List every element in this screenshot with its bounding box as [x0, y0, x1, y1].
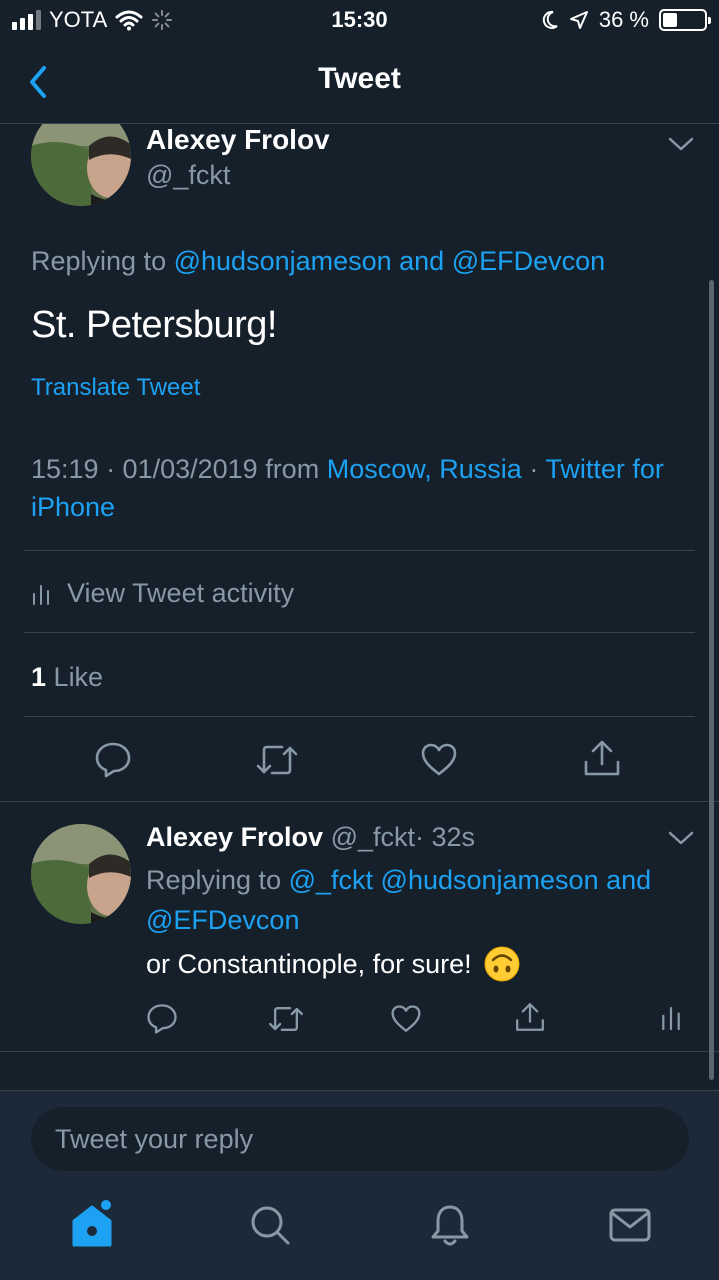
avatar-photo	[31, 124, 131, 206]
notification-dot-icon	[101, 1200, 111, 1210]
chevron-down-icon[interactable]	[668, 830, 694, 846]
reply-icon[interactable]	[146, 1002, 178, 1034]
activity-chart-icon[interactable]	[660, 1004, 682, 1032]
tab-home[interactable]	[68, 1199, 116, 1249]
page-title: Tweet	[318, 62, 401, 95]
author-handle[interactable]: @_fckt	[146, 160, 230, 191]
author-name[interactable]: Alexey Frolov	[146, 822, 323, 852]
divider	[24, 632, 695, 633]
share-icon[interactable]	[582, 738, 622, 778]
status-right: 36 %	[541, 7, 711, 33]
tweet-location-link[interactable]: Moscow, Russia	[327, 454, 522, 484]
divider	[24, 550, 695, 551]
battery-icon	[659, 9, 711, 31]
like-heart-icon[interactable]	[420, 742, 458, 778]
main-tweet: Alexey Frolov @_fckt Replying to @hudson…	[0, 124, 719, 802]
likes-count-link[interactable]: 1 Like	[31, 662, 103, 693]
author-name[interactable]: Alexey Frolov	[146, 124, 330, 156]
share-icon[interactable]	[514, 1000, 546, 1034]
reply-header: Alexey Frolov @_fckt· 32s	[146, 822, 475, 853]
tweet-text: St. Petersburg!	[31, 304, 277, 346]
author-handle[interactable]: @_fckt	[331, 822, 415, 852]
divider	[24, 716, 695, 717]
replying-to-mentions[interactable]: @hudsonjameson and @EFDevcon	[174, 246, 606, 276]
like-heart-icon[interactable]	[390, 1004, 422, 1034]
replying-prefix: Replying to	[146, 865, 282, 895]
replying-prefix: Replying to	[31, 246, 167, 276]
replying-to: Replying to @hudsonjameson and @EFDevcon	[31, 246, 605, 277]
view-tweet-activity-button[interactable]: View Tweet activity	[31, 578, 294, 609]
moon-icon	[542, 10, 558, 29]
tweet-text: or Constantinople, for sure!	[146, 948, 472, 979]
bottom-bar	[0, 1090, 719, 1280]
location-arrow-icon	[569, 11, 588, 29]
status-bar: YOTA 15:30 36 %	[0, 0, 719, 40]
reply-text-row: or Constantinople, for sure!	[146, 946, 520, 982]
avatar[interactable]	[31, 124, 131, 206]
reply-input[interactable]	[31, 1107, 689, 1171]
reply-time: · 32s	[415, 822, 476, 852]
retweet-icon[interactable]	[256, 742, 298, 778]
retweet-icon[interactable]	[268, 1004, 304, 1034]
reply-icon[interactable]	[94, 740, 132, 778]
translate-tweet-link[interactable]: Translate Tweet	[31, 374, 200, 402]
tab-notifications[interactable]	[428, 1203, 472, 1247]
nav-bar: Tweet	[0, 40, 719, 124]
upside-down-face-emoji-icon	[484, 946, 520, 982]
replying-to: Replying to @_fckt @hudsonjameson and @E…	[146, 860, 696, 940]
tab-search[interactable]	[248, 1203, 292, 1247]
chevron-down-icon[interactable]	[668, 136, 694, 152]
reply-tweet[interactable]: Alexey Frolov @_fckt· 32s Replying to @_…	[0, 802, 719, 1052]
activity-chart-icon	[33, 584, 49, 605]
battery-percent: 36 %	[598, 7, 649, 32]
tab-messages[interactable]	[608, 1205, 652, 1245]
activity-label: View Tweet activity	[67, 578, 295, 608]
battery-fill	[663, 13, 678, 27]
meta-separator: ·	[529, 454, 539, 484]
scrollbar[interactable]	[709, 280, 714, 1080]
avatar[interactable]	[31, 824, 131, 924]
tweet-meta: 15:19 · 01/03/2019 from Moscow, Russia ·…	[31, 450, 691, 526]
avatar-photo	[31, 824, 131, 924]
likes-label: Like	[53, 662, 104, 692]
tweet-timestamp: 15:19 · 01/03/2019 from	[31, 454, 320, 484]
likes-count: 1	[31, 662, 47, 692]
